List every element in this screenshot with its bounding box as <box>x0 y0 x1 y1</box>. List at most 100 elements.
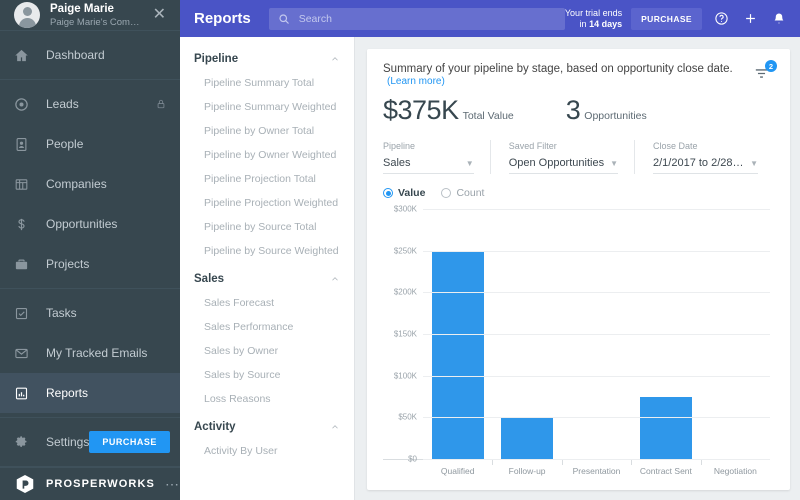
filter-label: Pipeline <box>383 141 416 151</box>
sidebar-item-companies[interactable]: Companies <box>0 164 180 204</box>
radio-label: Value <box>398 187 426 199</box>
report-item[interactable]: Pipeline Summary Weighted <box>180 95 354 119</box>
filter-value: 2/1/2017 to 2/28/2019 <box>653 157 744 169</box>
reports-section-activity[interactable]: Activity <box>180 411 354 439</box>
topbar-purchase-button[interactable]: PURCHASE <box>631 7 702 30</box>
report-item[interactable]: Loss Reasons <box>180 387 354 411</box>
chart-area: $0 $50K $100K $150K $200K $250K $300K Qualifie… <box>383 205 774 482</box>
sidebar-item-people[interactable]: People <box>0 124 180 164</box>
plus-icon[interactable] <box>743 11 758 26</box>
radio-label: Count <box>456 187 485 199</box>
report-item[interactable]: Sales Forecast <box>180 291 354 315</box>
x-axis-tick-label: Contract Sent <box>631 460 700 482</box>
sidebar-item-my-tracked-emails[interactable]: My Tracked Emails <box>0 333 180 373</box>
sidebar-item-tasks[interactable]: Tasks <box>0 293 180 333</box>
sidebar-item-leads[interactable]: Leads <box>0 84 180 124</box>
sidebar-brand-footer: PROSPERWORKS ⋯ <box>0 467 180 500</box>
top-header-bar: Reports Search Your trial ends in 14 day… <box>180 0 800 37</box>
report-item[interactable]: Pipeline Summary Total <box>180 71 354 95</box>
trial-status: Your trial ends in 14 days <box>565 8 622 30</box>
sidebar-user-header[interactable]: Paige Marie Paige Marie's Company ✕ <box>0 0 180 32</box>
report-item[interactable]: Sales Performance <box>180 315 354 339</box>
bar-chart-icon <box>14 386 46 401</box>
lock-icon <box>156 99 166 109</box>
sidebar-item-label: Settings <box>46 435 90 450</box>
building-icon <box>14 177 46 192</box>
report-item[interactable]: Pipeline Projection Weighted <box>180 191 354 215</box>
dollar-icon <box>14 217 46 232</box>
bell-icon[interactable] <box>772 12 786 26</box>
filter-label: Close Date <box>653 141 698 151</box>
report-item[interactable]: Pipeline by Owner Total <box>180 119 354 143</box>
card-header: Summary of your pipeline by stage, based… <box>383 60 777 87</box>
y-axis-tick-label: $250K <box>393 246 417 256</box>
radio-count[interactable]: Count <box>441 187 484 199</box>
report-item[interactable]: Sales by Owner <box>180 339 354 363</box>
report-item[interactable]: Pipeline by Source Total <box>180 215 354 239</box>
gridline <box>423 417 770 419</box>
stat-value: $375K <box>383 95 459 125</box>
radio-value[interactable]: Value <box>383 187 425 199</box>
saved-filter-select[interactable]: Open Opportunities ▼ <box>508 155 618 174</box>
radio-dot <box>441 188 452 198</box>
reports-nav-sidebar: Pipeline Pipeline Summary Total Pipeline… <box>180 37 355 500</box>
chart-bar[interactable] <box>639 396 692 459</box>
stat-label: Opportunities <box>584 110 647 122</box>
plot-row: $0 $50K $100K $150K $200K $250K $300K <box>383 205 770 464</box>
close-icon[interactable]: ✕ <box>151 5 168 25</box>
chart-bar[interactable] <box>431 250 484 459</box>
y-axis-tick-label: $150K <box>393 329 417 339</box>
sidebar-purchase-button[interactable]: PURCHASE <box>89 431 170 454</box>
report-item[interactable]: Sales by Source <box>180 363 354 387</box>
envelope-icon <box>14 346 46 361</box>
mode-radio-group: Value Count <box>383 187 774 199</box>
chevron-down-icon: ▼ <box>750 158 758 168</box>
sidebar-group-settings: Settings PURCHASE <box>0 418 180 468</box>
y-axis-tick-label: $50K <box>398 412 417 422</box>
more-dots-icon[interactable]: ⋯ <box>165 476 180 493</box>
y-axis-tick-label: $200K <box>393 287 417 297</box>
sidebar-item-dashboard[interactable]: Dashboard <box>0 35 180 75</box>
close-date-select[interactable]: 2/1/2017 to 2/28/2019 ▼ <box>653 155 758 174</box>
brand-name: PROSPERWORKS <box>46 478 155 491</box>
report-item[interactable]: Pipeline by Owner Weighted <box>180 143 354 167</box>
sidebar-item-label: My Tracked Emails <box>46 346 148 361</box>
y-axis-tick-label: $100K <box>393 371 417 381</box>
search-input[interactable]: Search <box>268 7 565 30</box>
section-title: Activity <box>194 421 236 433</box>
main-content: Summary of your pipeline by stage, based… <box>355 37 800 500</box>
briefcase-icon <box>14 257 46 272</box>
sidebar-item-reports[interactable]: Reports <box>0 373 180 414</box>
report-item[interactable]: Pipeline Projection Total <box>180 167 354 191</box>
stat-value: 3 <box>565 95 581 125</box>
x-axis-tick-label: Follow-up <box>492 460 561 482</box>
sidebar-item-projects[interactable]: Projects <box>0 244 180 284</box>
search-icon <box>278 13 290 25</box>
plot-area <box>423 209 770 460</box>
filter-label: Saved Filter <box>508 141 557 151</box>
y-axis-tick-label: $0 <box>408 454 417 464</box>
stat-total-value: $375K Total Value <box>383 95 514 126</box>
gridline <box>423 334 770 335</box>
sidebar-user-text: Paige Marie Paige Marie's Company <box>50 2 141 29</box>
help-circle-icon[interactable] <box>714 11 729 26</box>
sidebar-item-opportunities[interactable]: Opportunities <box>0 204 180 244</box>
trial-line2-prefix: in <box>579 18 590 29</box>
reports-section-pipeline[interactable]: Pipeline <box>180 43 354 71</box>
sidebar-item-label: Reports <box>46 386 89 401</box>
user-company: Paige Marie's Company <box>50 16 141 28</box>
filter-value: Open Opportunities <box>508 157 605 169</box>
gridline <box>423 375 770 377</box>
report-item[interactable]: Pipeline by Source Weighted <box>180 239 354 263</box>
pipeline-select[interactable]: Sales ▼ <box>383 155 474 174</box>
sidebar-item-label: Tasks <box>46 306 77 321</box>
section-title: Sales <box>194 273 225 285</box>
report-card: Summary of your pipeline by stage, based… <box>367 49 790 490</box>
learn-more-link[interactable]: (Learn more) <box>387 76 445 87</box>
sidebar-item-settings[interactable]: Settings PURCHASE <box>0 422 180 462</box>
filter-button[interactable]: 2 <box>749 60 777 87</box>
report-item[interactable]: Activity By User <box>180 439 354 463</box>
reports-section-sales[interactable]: Sales <box>180 263 354 291</box>
chart-bar[interactable] <box>501 417 554 459</box>
filters-row: Pipeline Sales ▼ Saved Filter Open Oppor… <box>383 140 774 174</box>
